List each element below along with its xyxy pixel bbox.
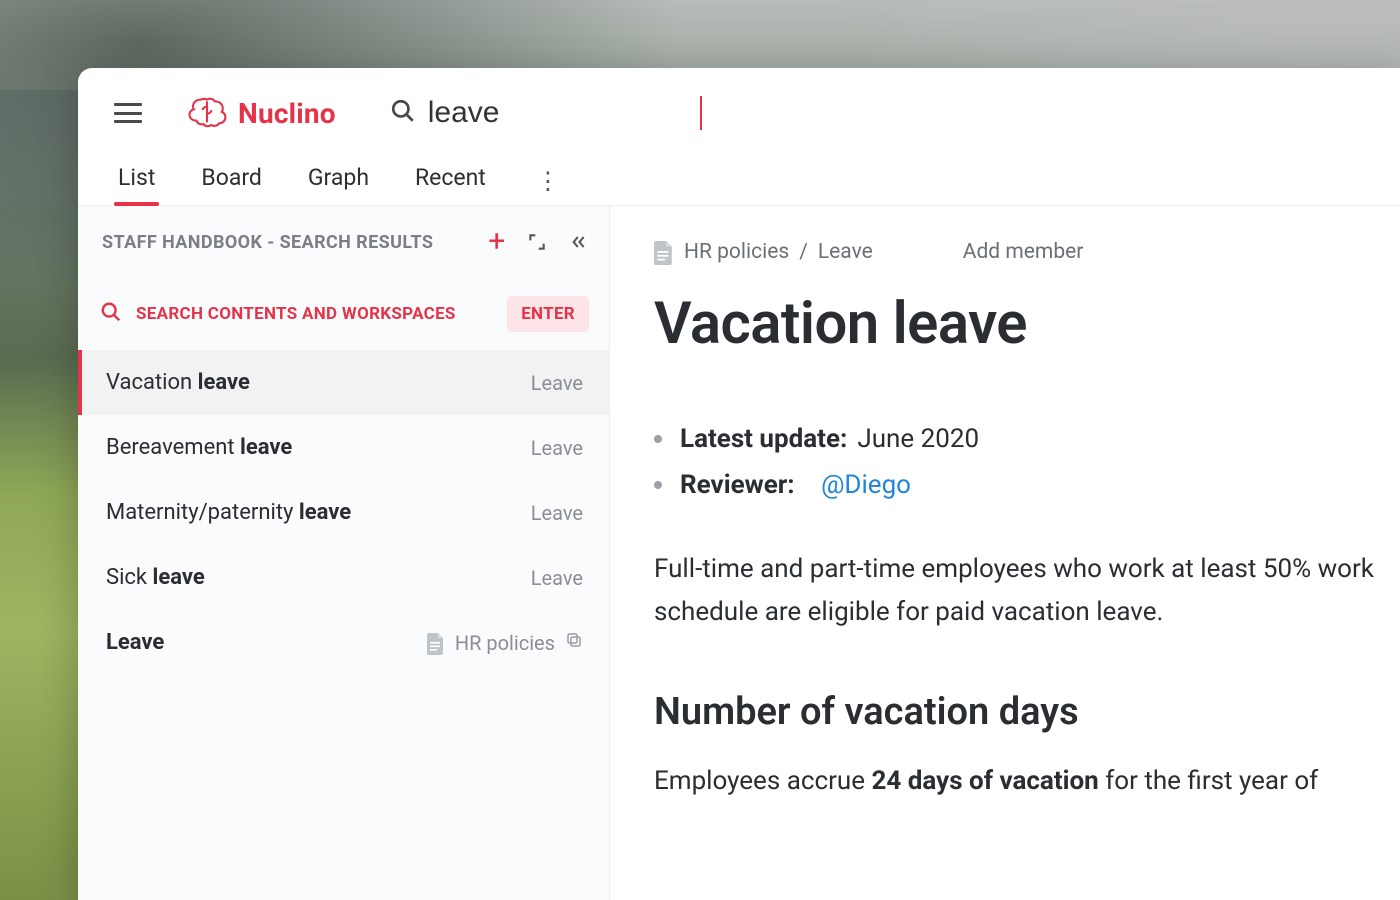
brain-icon xyxy=(186,94,228,132)
search-all-row[interactable]: SEARCH CONTENTS AND WORKSPACES ENTER xyxy=(78,278,609,350)
result-title: Leave xyxy=(106,630,164,655)
result-title: Vacation leave xyxy=(106,370,250,395)
breadcrumb[interactable]: HR policies / Leave xyxy=(654,240,873,264)
tab-list[interactable]: List xyxy=(114,156,159,205)
copy-icon xyxy=(565,630,583,655)
result-category: HR policies xyxy=(427,630,583,655)
body: STAFF HANDBOOK - SEARCH RESULTS + SEARCH… xyxy=(78,206,1400,900)
meta-value: June 2020 xyxy=(857,424,979,454)
view-tabs: List Board Graph Recent ⋮ xyxy=(78,150,1400,206)
sidebar-title: STAFF HANDBOOK - SEARCH RESULTS xyxy=(102,232,471,253)
breadcrumb-parent: HR policies xyxy=(684,240,789,264)
top-bar: Nuclino xyxy=(78,68,1400,150)
result-category: Leave xyxy=(531,436,583,460)
result-category: Leave xyxy=(531,371,583,395)
brand[interactable]: Nuclino xyxy=(186,94,336,132)
result-category: Leave xyxy=(531,566,583,590)
section-heading: Number of vacation days xyxy=(654,690,1400,734)
result-title: Sick leave xyxy=(106,565,205,590)
section-paragraph: Employees accrue 24 days of vacation for… xyxy=(654,760,1400,803)
enter-badge: ENTER xyxy=(507,296,589,332)
document-icon xyxy=(654,241,674,263)
meta-reviewer: Reviewer: @Diego xyxy=(654,462,1400,508)
result-category: Leave xyxy=(531,501,583,525)
meta-updated: Latest update: June 2020 xyxy=(654,416,1400,462)
search-icon xyxy=(100,301,122,328)
mention-link[interactable]: @Diego xyxy=(821,470,911,500)
add-icon[interactable]: + xyxy=(483,228,511,256)
meta-label: Latest update: xyxy=(680,424,847,454)
tab-board[interactable]: Board xyxy=(197,156,266,205)
text-caret xyxy=(700,96,702,130)
search-result[interactable]: Leave HR policies xyxy=(78,610,609,675)
meta-label: Reviewer: xyxy=(680,470,795,500)
bullet-icon xyxy=(654,481,662,489)
tab-graph[interactable]: Graph xyxy=(304,156,373,205)
meta-list: Latest update: June 2020 Reviewer: @Dieg… xyxy=(654,416,1400,508)
menu-icon[interactable] xyxy=(114,103,142,123)
main-content: HR policies / Leave Add member Vacation … xyxy=(610,206,1400,900)
sidebar: STAFF HANDBOOK - SEARCH RESULTS + SEARCH… xyxy=(78,206,610,900)
search-input[interactable] xyxy=(428,96,688,130)
search-result[interactable]: Maternity/paternity leave Leave xyxy=(78,480,609,545)
more-icon[interactable]: ⋮ xyxy=(528,163,568,199)
expand-icon[interactable] xyxy=(523,228,551,256)
page-title: Vacation leave xyxy=(654,290,1400,358)
breadcrumb-current: Leave xyxy=(818,240,873,264)
breadcrumb-row: HR policies / Leave Add member xyxy=(654,240,1400,264)
search-result[interactable]: Sick leave Leave xyxy=(78,545,609,610)
collapse-icon[interactable] xyxy=(563,228,591,256)
result-title: Maternity/paternity leave xyxy=(106,500,351,525)
search-results: Vacation leave Leave Bereavement leave Leav… xyxy=(78,350,609,675)
search-result[interactable]: Bereavement leave Leave xyxy=(78,415,609,480)
intro-paragraph: Full-time and part-time employees who wo… xyxy=(654,548,1400,634)
result-title: Bereavement leave xyxy=(106,435,292,460)
tab-recent[interactable]: Recent xyxy=(411,156,490,205)
bullet-icon xyxy=(654,435,662,443)
app-window: Nuclino List Board Graph Recent ⋮ STAFF … xyxy=(78,68,1400,900)
search-box[interactable] xyxy=(390,96,702,130)
breadcrumb-sep: / xyxy=(799,240,808,264)
add-member-button[interactable]: Add member xyxy=(963,240,1084,264)
sidebar-header: STAFF HANDBOOK - SEARCH RESULTS + xyxy=(78,206,609,278)
search-all-label: SEARCH CONTENTS AND WORKSPACES xyxy=(136,304,493,324)
search-result[interactable]: Vacation leave Leave xyxy=(78,350,609,415)
brand-name: Nuclino xyxy=(238,97,336,130)
document-icon xyxy=(427,633,445,653)
search-icon xyxy=(390,98,416,128)
